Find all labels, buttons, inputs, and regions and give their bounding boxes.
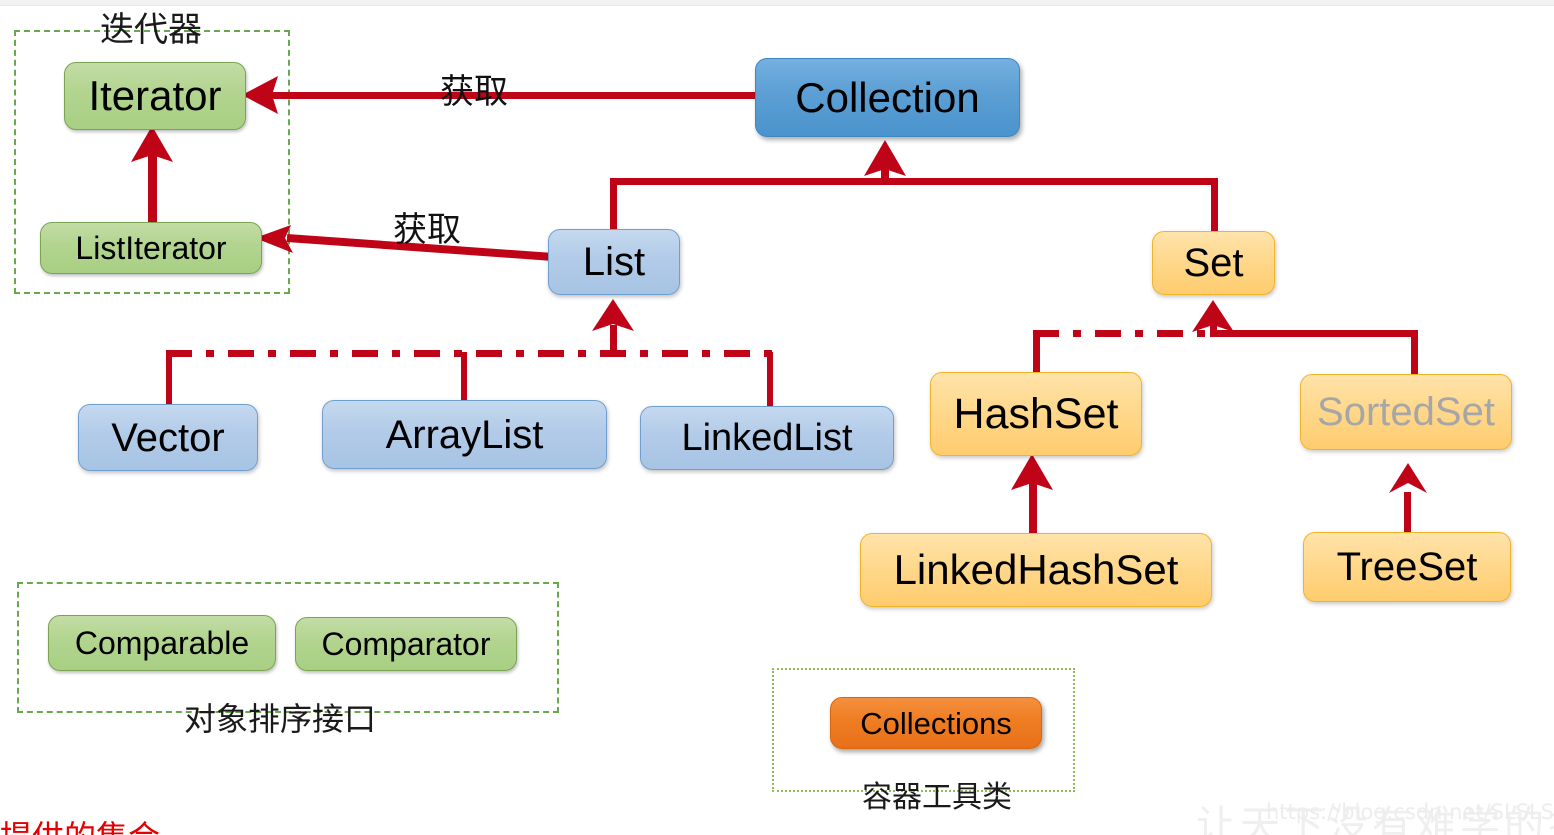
watermark-url: https://blog.csdn.net/SLSLSLSLSLSLS bbox=[1266, 800, 1554, 824]
edge-bus-drop-vector bbox=[166, 352, 172, 408]
node-vector[interactable]: Vector bbox=[78, 404, 258, 471]
edge-collection-iterator-arrowhead bbox=[242, 76, 278, 114]
edge-bus-drop-arraylist bbox=[461, 352, 467, 404]
edge-bus-to-list bbox=[610, 178, 617, 232]
node-set-label: Set bbox=[1183, 241, 1244, 285]
node-collection-label: Collection bbox=[795, 73, 980, 121]
node-comparable-label: Comparable bbox=[74, 625, 250, 661]
edge-bus-drop-linkedlist bbox=[767, 352, 773, 408]
node-linkedlist-label: LinkedList bbox=[681, 417, 853, 459]
node-arraylist[interactable]: ArrayList bbox=[322, 400, 607, 469]
group-caption-collections: 容器工具类 bbox=[862, 780, 1012, 815]
node-collections-label: Collections bbox=[860, 705, 1012, 741]
edge-treeset-sortedset-line bbox=[1404, 492, 1411, 534]
group-caption-sorting: 对象排序接口 bbox=[184, 700, 377, 738]
node-iterator-label: Iterator bbox=[88, 72, 222, 119]
node-arraylist-label: ArrayList bbox=[385, 412, 544, 457]
bottom-cutoff-text: 提供的集合 bbox=[0, 812, 160, 835]
edge-drop-sortedset bbox=[1411, 330, 1418, 376]
top-edge-bar bbox=[0, 0, 1554, 6]
edge-bus-to-set bbox=[1211, 178, 1218, 234]
edge-collection-bus-horizontal bbox=[610, 178, 1218, 185]
node-collections[interactable]: Collections bbox=[830, 697, 1042, 749]
node-sortedset-label: SortedSet bbox=[1317, 390, 1495, 434]
edge-set-impl-arrowhead bbox=[1192, 300, 1234, 332]
edge-set-sortedset-bus bbox=[1210, 330, 1418, 337]
node-hashset-label: HashSet bbox=[953, 389, 1119, 438]
edge-list-impl-arrowhead bbox=[592, 299, 634, 331]
node-linkedhashset[interactable]: LinkedHashSet bbox=[860, 533, 1212, 607]
edge-label-collection-iterator: 获取 bbox=[440, 72, 508, 112]
node-treeset-label: TreeSet bbox=[1336, 545, 1478, 589]
node-linkedlist[interactable]: LinkedList bbox=[640, 406, 894, 470]
edge-set-hashset-bus bbox=[1033, 330, 1215, 337]
edge-collection-down-arrowhead bbox=[864, 140, 906, 176]
edge-treeset-sortedset-arrowhead bbox=[1389, 463, 1427, 493]
diagram-canvas: 迭代器 对象排序接口 容器工具类 获取 获取 Iterator ListIter… bbox=[0, 0, 1554, 835]
node-comparator-label: Comparator bbox=[321, 626, 491, 662]
group-caption-iterator: 迭代器 bbox=[100, 10, 202, 50]
node-set[interactable]: Set bbox=[1152, 231, 1275, 295]
edge-label-list-listiterator: 获取 bbox=[393, 210, 461, 250]
edge-linkedhashset-hashset-arrowhead bbox=[1011, 454, 1053, 490]
node-linkedhashset-label: LinkedHashSet bbox=[893, 546, 1179, 593]
node-list[interactable]: List bbox=[548, 229, 680, 295]
node-comparator[interactable]: Comparator bbox=[295, 617, 517, 671]
edge-listiterator-iterator-arrowhead bbox=[131, 126, 173, 162]
node-listiterator-label: ListIterator bbox=[75, 230, 227, 266]
node-sortedset[interactable]: SortedSet bbox=[1300, 374, 1512, 450]
node-listiterator[interactable]: ListIterator bbox=[40, 222, 262, 274]
node-iterator[interactable]: Iterator bbox=[64, 62, 246, 130]
node-treeset[interactable]: TreeSet bbox=[1303, 532, 1511, 602]
node-comparable[interactable]: Comparable bbox=[48, 615, 276, 671]
node-vector-label: Vector bbox=[111, 415, 225, 460]
node-collection[interactable]: Collection bbox=[755, 58, 1020, 137]
edge-drop-hashset bbox=[1033, 332, 1040, 374]
edge-collection-iterator-line bbox=[268, 92, 758, 99]
edge-list-impl-bus bbox=[166, 350, 774, 357]
node-hashset[interactable]: HashSet bbox=[930, 372, 1142, 456]
node-list-label: List bbox=[582, 240, 646, 284]
